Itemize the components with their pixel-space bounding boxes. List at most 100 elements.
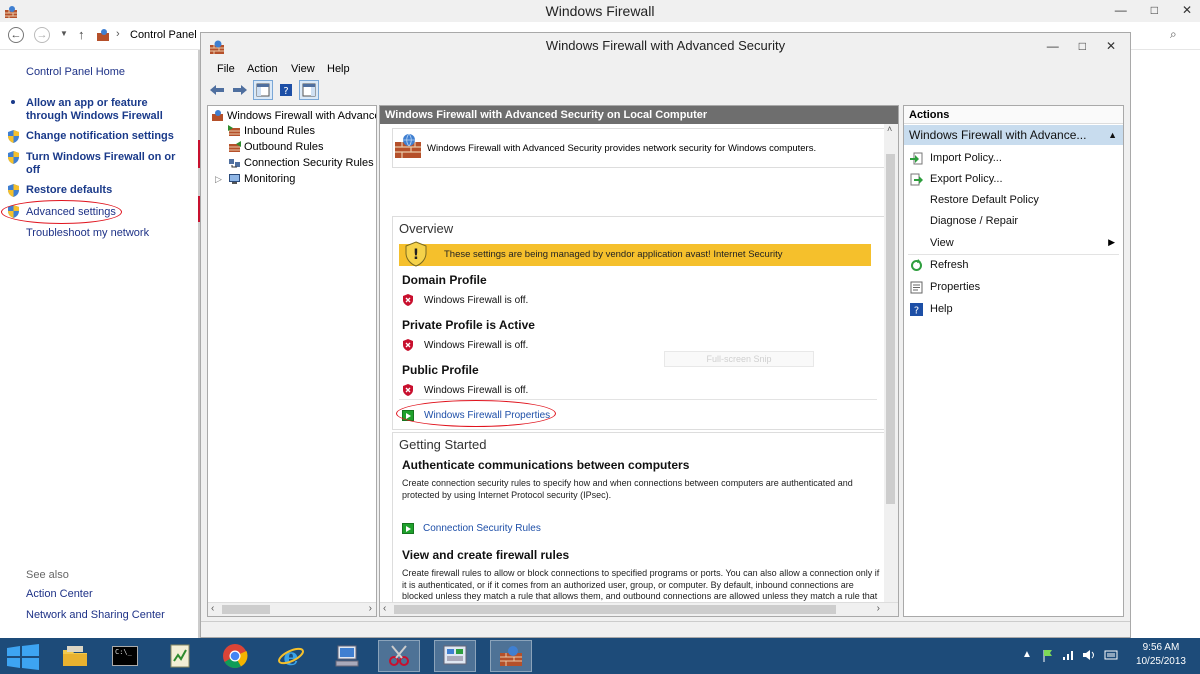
volume-icon[interactable] xyxy=(1082,649,1096,664)
console-tree: Windows Firewall with Advance Inbound Ru… xyxy=(207,105,377,617)
minimize-button[interactable]: — xyxy=(1115,0,1127,20)
bullet-icon xyxy=(11,100,15,104)
action-center-link[interactable]: Action Center xyxy=(26,588,93,601)
scroll-thumb[interactable] xyxy=(394,605,836,614)
export-policy-action[interactable]: Export Policy... xyxy=(930,173,1003,185)
svg-text:?: ? xyxy=(283,86,288,97)
allow-app-link[interactable]: Allow an app or feature through Windows … xyxy=(26,97,163,123)
mmc-window: Windows Firewall with Advanced Security … xyxy=(200,32,1131,638)
network-computer-icon[interactable] xyxy=(326,640,368,672)
change-notification-link[interactable]: Change notification settings xyxy=(26,130,174,143)
public-profile-status: Windows Firewall is off. xyxy=(424,385,529,396)
chrome-icon[interactable] xyxy=(214,640,256,672)
snipping-tool-icon[interactable] xyxy=(378,640,420,672)
snip-overlay: Full-screen Snip xyxy=(664,351,814,367)
submenu-arrow-icon: ▶ xyxy=(1108,237,1115,247)
firewall-off-shield-icon xyxy=(402,384,414,396)
action-center-flag-icon[interactable] xyxy=(1042,649,1054,666)
maximize-button[interactable]: □ xyxy=(1079,36,1086,56)
private-profile-title: Private Profile is Active xyxy=(402,318,535,332)
inbound-rules-icon xyxy=(228,125,241,140)
troubleshoot-link[interactable]: Troubleshoot my network xyxy=(26,227,149,240)
menu-action[interactable]: Action xyxy=(247,59,278,79)
keyboard-icon[interactable] xyxy=(1104,649,1118,664)
public-profile-title: Public Profile xyxy=(402,363,479,377)
expand-arrow-icon[interactable]: ▷ xyxy=(215,172,222,186)
collapse-up-icon[interactable]: ▲ xyxy=(1108,125,1117,145)
recent-dropdown-icon[interactable]: ▼ xyxy=(60,29,68,38)
scroll-up-icon[interactable]: ˄ xyxy=(887,124,892,134)
show-hide-action-pane-icon[interactable] xyxy=(299,80,319,100)
view-action[interactable]: View xyxy=(930,237,954,249)
show-hidden-icons-icon[interactable]: ▲ xyxy=(1022,649,1032,660)
auth-text: Create connection security rules to spec… xyxy=(402,478,853,500)
scroll-right-icon[interactable]: › xyxy=(369,603,372,614)
restore-defaults-link[interactable]: Restore defaults xyxy=(26,184,112,197)
scroll-thumb[interactable] xyxy=(886,154,895,504)
close-button[interactable]: ✕ xyxy=(1182,0,1192,20)
search-icon[interactable]: ⌕ xyxy=(1170,27,1177,42)
menu-file[interactable]: File xyxy=(217,59,235,79)
file-explorer-icon[interactable] xyxy=(54,640,96,672)
connection-security-rules-link[interactable]: Connection Security Rules xyxy=(423,523,541,534)
menu-bar: File Action View Help xyxy=(201,59,1130,79)
properties-icon xyxy=(910,281,923,294)
task-manager-icon[interactable] xyxy=(160,640,202,672)
firewall-taskbar-icon[interactable] xyxy=(490,640,532,672)
show-hide-tree-icon[interactable] xyxy=(253,80,273,100)
maximize-button[interactable]: □ xyxy=(1151,0,1158,20)
details-pane: Windows Firewall with Advanced Security … xyxy=(379,105,899,617)
menu-help[interactable]: Help xyxy=(327,59,350,79)
clock-time: 9:56 AM xyxy=(1142,642,1180,653)
tree-item-inbound-rules[interactable]: Inbound Rules xyxy=(244,124,315,138)
scroll-thumb[interactable] xyxy=(222,605,270,614)
tree-item-outbound-rules[interactable]: Outbound Rules xyxy=(244,140,324,154)
windows-start-icon[interactable] xyxy=(6,644,40,673)
network-signal-icon[interactable] xyxy=(1062,649,1076,664)
help-action[interactable]: Help xyxy=(930,303,953,315)
back-button[interactable]: ← xyxy=(8,27,24,43)
refresh-action[interactable]: Refresh xyxy=(930,259,969,271)
getting-started-title: Getting Started xyxy=(399,437,487,452)
tree-horizontal-scrollbar[interactable]: ‹ › xyxy=(208,602,376,616)
details-horizontal-scrollbar[interactable]: ‹ › xyxy=(380,602,898,616)
system-clock[interactable]: 9:56 AM 10/25/2013 xyxy=(1136,641,1186,669)
diagnose-repair-action[interactable]: Diagnose / Repair xyxy=(930,215,1018,227)
control-panel-home-link[interactable]: Control Panel Home xyxy=(26,66,125,79)
properties-action[interactable]: Properties xyxy=(930,281,980,293)
scroll-left-icon[interactable]: ‹ xyxy=(383,603,386,614)
monitoring-icon xyxy=(228,173,241,188)
up-button[interactable]: ↑ xyxy=(78,27,85,42)
command-prompt-icon[interactable]: C:\_ xyxy=(104,640,146,672)
actions-subheader-label: Windows Firewall with Advance... xyxy=(909,128,1087,142)
scroll-left-icon[interactable]: ‹ xyxy=(211,603,214,614)
import-policy-action[interactable]: Import Policy... xyxy=(930,152,1002,164)
forward-arrow-icon[interactable] xyxy=(230,80,250,100)
breadcrumb[interactable]: Control Panel xyxy=(130,29,197,41)
details-vertical-scrollbar[interactable]: ˄ xyxy=(884,124,898,602)
help-icon[interactable]: ? xyxy=(276,80,296,100)
back-arrow-icon[interactable] xyxy=(207,80,227,100)
menu-view[interactable]: View xyxy=(291,59,315,79)
tree-item-monitoring[interactable]: Monitoring xyxy=(244,172,295,186)
refresh-icon xyxy=(910,259,923,272)
forward-button[interactable]: → xyxy=(34,27,50,43)
internet-explorer-icon[interactable]: e xyxy=(270,640,312,672)
scroll-right-icon[interactable]: › xyxy=(877,603,880,614)
restore-default-policy-action[interactable]: Restore Default Policy xyxy=(930,194,1039,206)
actions-subheader[interactable]: Windows Firewall with Advance... ▲ xyxy=(904,125,1123,145)
minimize-button[interactable]: — xyxy=(1047,36,1059,56)
tree-root[interactable]: Windows Firewall with Advance xyxy=(227,109,376,123)
control-panel-window-buttons: — □ ✕ xyxy=(1115,0,1192,20)
svg-text:!: ! xyxy=(413,247,419,263)
export-policy-icon xyxy=(910,173,923,186)
mmc-titlebar: Windows Firewall with Advanced Security … xyxy=(201,33,1130,59)
turn-firewall-link[interactable]: Turn Windows Firewall on or off xyxy=(26,151,175,177)
svg-text:e: e xyxy=(283,643,298,669)
network-sharing-link[interactable]: Network and Sharing Center xyxy=(26,609,165,622)
close-button[interactable]: ✕ xyxy=(1106,36,1116,56)
uac-shield-icon xyxy=(6,150,21,165)
control-panel-taskbar-icon[interactable] xyxy=(434,640,476,672)
tree-item-connection-security-rules[interactable]: Connection Security Rules xyxy=(244,156,374,170)
connection-security-icon xyxy=(228,157,241,172)
